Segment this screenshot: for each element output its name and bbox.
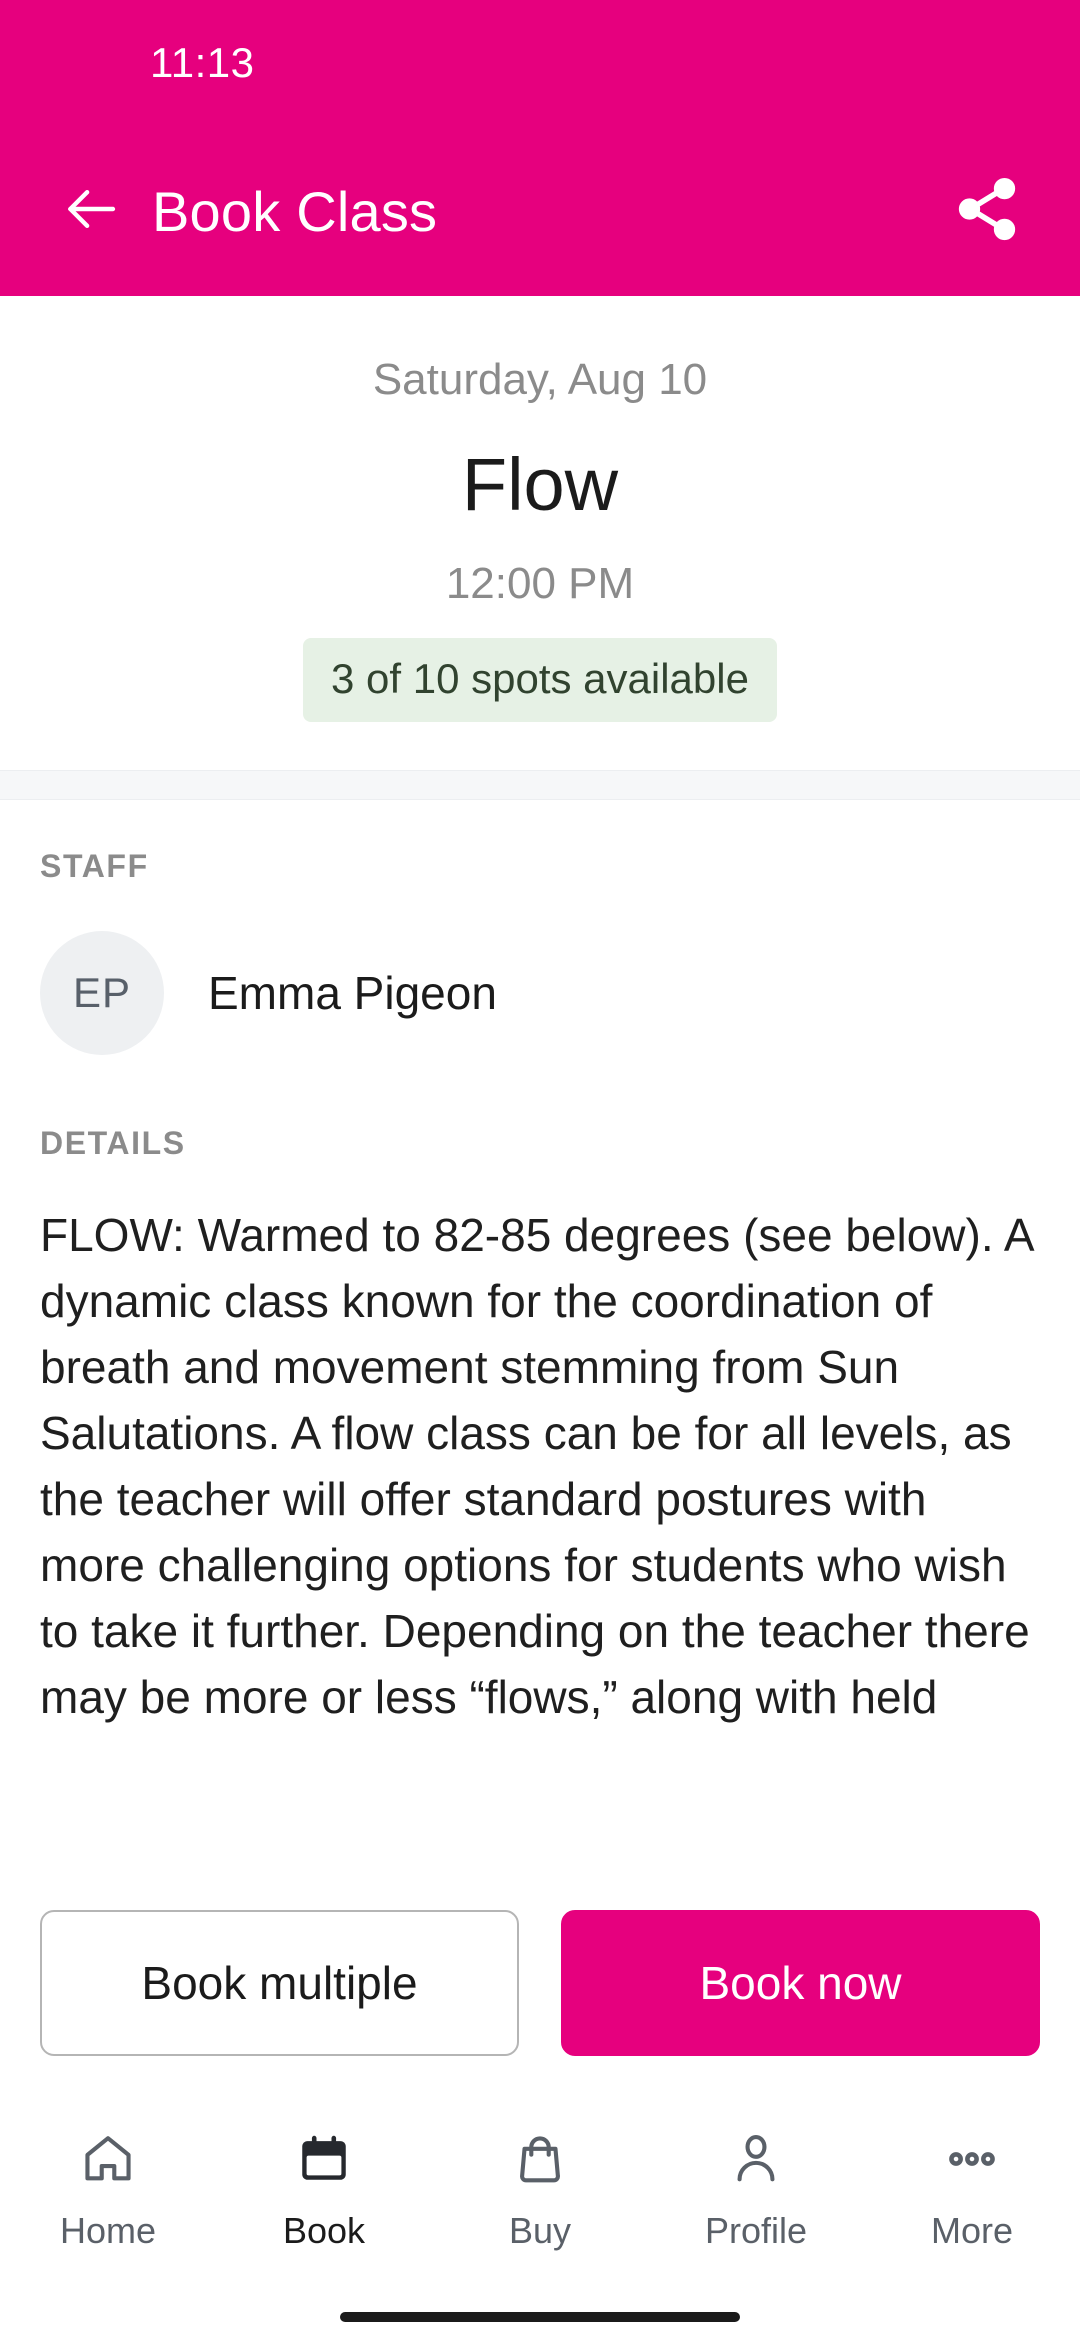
action-bar: Book multiple Book now (0, 1884, 1080, 2090)
nav-item-home[interactable]: Home (0, 2126, 216, 2252)
nav-label-more: More (930, 2210, 1014, 2251)
details-body-text: FLOW: Warmed to 82-85 degrees (see below… (40, 1209, 1033, 1724)
nav-item-more[interactable]: More (864, 2126, 1080, 2252)
app-bar: Book Class (0, 126, 1080, 296)
scroll-content[interactable]: STAFF EP Emma Pigeon DETAILS FLOW: Warme… (0, 800, 1080, 2090)
nav-label-book: Book (282, 2210, 366, 2251)
status-bar: 11:13 (0, 0, 1080, 126)
book-now-button[interactable]: Book now (561, 1910, 1040, 2056)
nav-label-buy: Buy (508, 2210, 572, 2251)
class-time: 12:00 PM (445, 559, 635, 609)
nav-label-home: Home (59, 2210, 157, 2251)
page-title: Book Class (152, 179, 438, 243)
staff-section-label: STAFF (40, 848, 149, 885)
class-date: Saturday, Aug 10 (372, 355, 708, 404)
back-button[interactable] (48, 168, 134, 254)
person-icon (727, 2126, 785, 2192)
status-bar-clock: 11:13 (150, 39, 255, 86)
book-multiple-button[interactable]: Book multiple (40, 1910, 519, 2056)
staff-name: Emma Pigeon (208, 967, 497, 1020)
class-name: Flow (461, 443, 619, 527)
share-button[interactable] (942, 166, 1032, 256)
home-icon (79, 2126, 137, 2192)
nav-label-profile: Profile (704, 2210, 808, 2251)
top-bar: 11:13 Book Class (0, 0, 1080, 296)
nav-item-profile[interactable]: Profile (648, 2126, 864, 2252)
shopping-bag-icon (511, 2126, 569, 2192)
spots-available-badge: 3 of 10 spots available (303, 638, 777, 723)
nav-item-book[interactable]: Book (216, 2126, 432, 2252)
section-divider (0, 770, 1080, 801)
avatar-initials: EP (72, 969, 132, 1017)
ellipsis-icon (943, 2126, 1001, 2192)
app-screen: 11:13 Book Class Saturday, Aug 10 Flow 1… (0, 0, 1080, 2340)
home-indicator[interactable] (340, 2312, 740, 2322)
details-section-label: DETAILS (40, 1125, 186, 1162)
home-indicator-area (0, 2294, 1080, 2340)
avatar: EP (40, 931, 164, 1056)
calendar-icon (295, 2126, 353, 2192)
staff-list-item[interactable]: EP Emma Pigeon (0, 885, 1080, 1056)
arrow-left-icon (60, 178, 122, 245)
class-summary: Saturday, Aug 10 Flow 12:00 PM 3 of 10 s… (0, 296, 1080, 771)
spots-badge-wrap: 3 of 10 spots available (40, 638, 1040, 723)
nav-item-buy[interactable]: Buy (432, 2126, 648, 2252)
share-icon (952, 174, 1022, 249)
